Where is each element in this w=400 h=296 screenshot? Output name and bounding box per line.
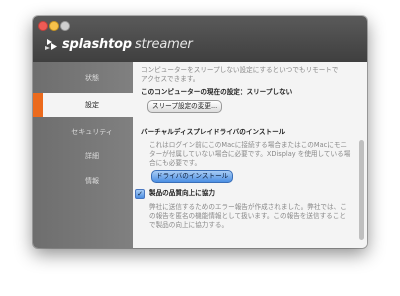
sidebar-item-settings[interactable]: 設定 xyxy=(33,93,133,117)
change-sleep-settings-button[interactable]: スリープ設定の変更... xyxy=(147,100,223,113)
improve-quality-checkbox[interactable]: ✓ xyxy=(135,189,145,199)
improve-quality-description-cont: の報告を匿名の機能情報として扱います。この報告を送信すること xyxy=(149,212,346,220)
sidebar-item-label: 情報 xyxy=(85,177,99,185)
improve-quality-description: 弊社に送信するためのエラー報告が作成されました。弊社では、こ xyxy=(149,203,347,211)
virtual-display-description-cont: ターが付属していない場合に必要です。XDisplay を使用している場 xyxy=(149,150,351,158)
sidebar-item-label: 状態 xyxy=(85,74,99,82)
app-window: splashtop streamer 状態 設定 セキュリティ 詳細 情報 コン… xyxy=(33,16,367,248)
sidebar-item-label: セキュリティ xyxy=(71,128,113,136)
sidebar-item-advanced[interactable]: 詳細 xyxy=(33,144,133,168)
app-logo: splashtop streamer xyxy=(44,36,193,52)
checkmark-icon: ✓ xyxy=(137,190,143,198)
sleep-description-cont: アクセスできます。 xyxy=(141,75,200,83)
title-bar[interactable]: splashtop streamer xyxy=(33,16,367,62)
settings-panel[interactable]: コンピューターをスリープしない設定にするといつでもリモートで アクセスできます。… xyxy=(133,62,367,248)
virtual-display-description: これはログイン前にこのMacに接続する場合またはこのMacにモニ xyxy=(149,141,348,149)
install-driver-button[interactable]: ドライバのインストール xyxy=(151,170,234,183)
sidebar-item-about[interactable]: 情報 xyxy=(33,169,133,193)
sleep-current-setting: このコンピューターの現在の設定：スリープしない xyxy=(141,88,293,96)
sidebar-item-label: 設定 xyxy=(85,101,99,109)
sleep-description: コンピューターをスリープしない設定にするといつでもリモートで xyxy=(141,66,339,74)
sidebar-item-status[interactable]: 状態 xyxy=(33,66,133,90)
app-name-bold: splashtop xyxy=(62,36,132,52)
close-window-button[interactable] xyxy=(38,21,48,31)
improve-quality-description-end: で製品の向上に協力する。 xyxy=(149,221,229,229)
virtual-display-description-end: 合にも必要です。 xyxy=(149,159,202,167)
app-name-light: streamer xyxy=(134,36,193,52)
virtual-display-heading: バーチャルディスプレイドライバのインストール xyxy=(141,128,286,136)
sidebar-item-security[interactable]: セキュリティ xyxy=(33,120,133,144)
sidebar-item-label: 詳細 xyxy=(85,152,99,160)
zoom-window-button[interactable] xyxy=(60,21,70,31)
improve-quality-label[interactable]: 製品の品質向上に協力 xyxy=(149,189,215,198)
vertical-scrollbar[interactable] xyxy=(359,64,364,244)
active-marker xyxy=(33,93,43,117)
scrollbar-thumb[interactable] xyxy=(359,140,364,240)
splashtop-logo-icon xyxy=(45,39,57,50)
minimize-window-button[interactable] xyxy=(49,21,59,31)
sidebar: 状態 設定 セキュリティ 詳細 情報 xyxy=(33,62,133,248)
